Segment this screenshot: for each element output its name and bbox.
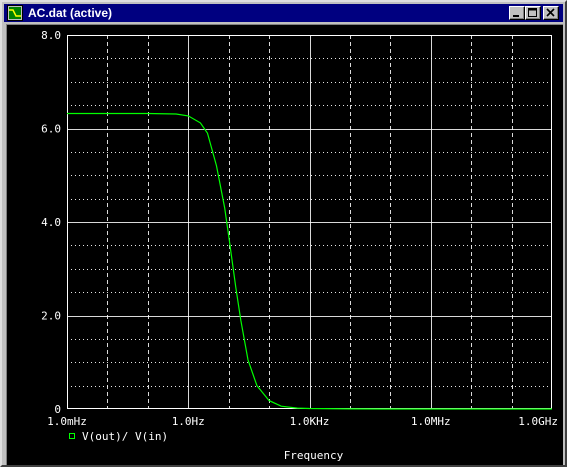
- plot-area[interactable]: 0 2.0 4.0 6.0 8.0 1.0mHz 1.0Hz 1.0KHz 1.0MHz 1.0G…: [6, 24, 563, 465]
- minimize-icon: [513, 15, 519, 17]
- title-bar[interactable]: AC.dat (active): [4, 4, 563, 22]
- y-tick-label: 8.0: [41, 29, 61, 42]
- close-button[interactable]: [543, 6, 559, 20]
- close-icon: [546, 8, 555, 17]
- legend-label: V(out)/ V(in): [82, 430, 168, 443]
- x-tick-label: 1.0MHz: [411, 415, 451, 428]
- series-line: [67, 112, 552, 410]
- maximize-button[interactable]: [525, 6, 541, 20]
- x-tick-label: 1.0GHz: [518, 415, 558, 428]
- x-tick-label: 1.0mHz: [47, 415, 87, 428]
- y-tick-label: 2.0: [41, 310, 61, 323]
- legend-marker: [69, 433, 75, 439]
- x-axis-label: Frequency: [284, 449, 344, 462]
- ac-response-chart[interactable]: 02.04.06.08.01.0mHz 1.0Hz 1.0KHz 1.0MHz 1.0G…: [7, 25, 563, 465]
- x-tick-label: 1.0KHz: [290, 415, 330, 428]
- y-tick-label: 4.0: [41, 216, 61, 229]
- minimize-button[interactable]: [509, 6, 525, 20]
- maximize-icon: [528, 8, 537, 17]
- window-title: AC.dat (active): [28, 6, 113, 20]
- probe-app-icon[interactable]: [7, 5, 23, 21]
- y-tick-label: 6.0: [41, 123, 61, 136]
- probe-window: AC.dat (active) 0 2.0 4.0 6.0 8.0 1.0mHz 1.0Hz…: [0, 0, 567, 467]
- x-tick-label: 1.0Hz: [172, 415, 205, 428]
